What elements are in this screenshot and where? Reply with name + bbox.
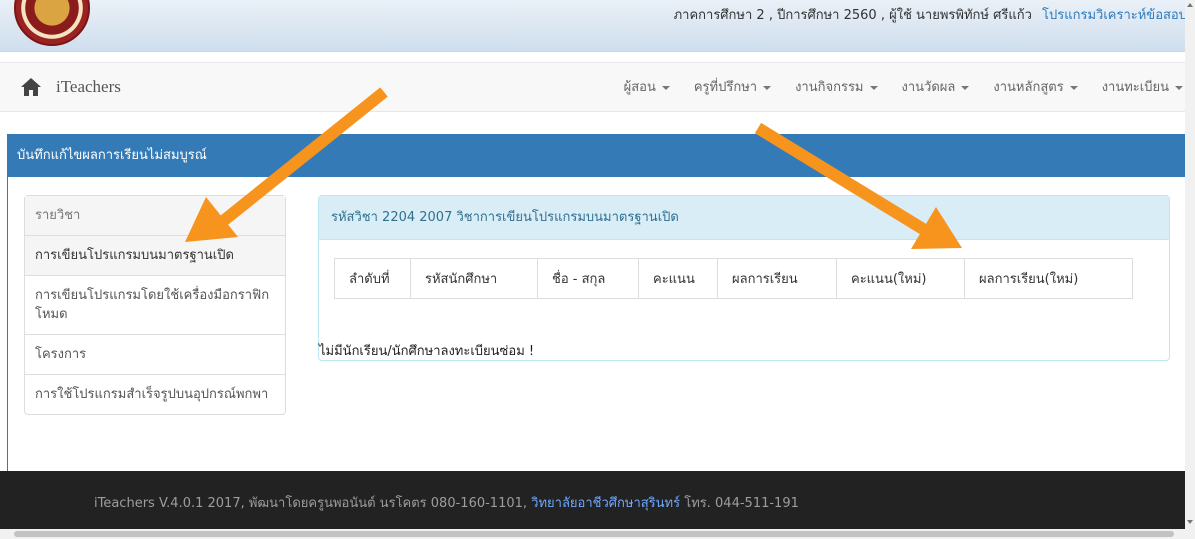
column-header: ผลการเรียน(ใหม่) (964, 258, 1133, 299)
brand-label: iTeachers (56, 77, 121, 96)
caret-down-icon (961, 85, 970, 90)
column-header: ลำดับที่ (334, 258, 411, 299)
column-header: คะแนน(ใหม่) (836, 258, 965, 299)
college-link[interactable]: วิทยาลัยอาชีวศึกษาสุรินทร์ (531, 496, 680, 511)
page: ภาคการศึกษา 2 , ปีการศึกษา 2560 , ผู้ใช้… (0, 0, 1195, 539)
footer-text: iTeachers V.4.0.1 2017, พัฒนาโดยครูนพอนั… (94, 492, 799, 513)
table-header-row: ลำดับที่ รหัสนักศึกษา ชื่อ - สกุล คะแนน … (334, 258, 1133, 299)
subject-item[interactable]: โครงการ (25, 335, 285, 375)
menu-activities[interactable]: งานกิจกรรม (783, 63, 889, 113)
scroll-down-icon[interactable] (1187, 520, 1193, 524)
subject-heading: รหัสวิชา 2204 2007 วิชาการเขียนโปรแกรมบน… (319, 196, 1169, 240)
menu-label: งานหลักสูตร (993, 80, 1064, 95)
incomplete-grades-panel: บันทึกแก้ไขผลการเรียนไม่สมบูรณ์ รายวิชา … (7, 134, 1187, 479)
column-header: ผลการเรียน (717, 258, 837, 299)
menu-label: งานวัดผล (901, 80, 956, 95)
footer: iTeachers V.4.0.1 2017, พัฒนาโดยครูนพอนั… (0, 471, 1185, 529)
menu-teacher[interactable]: ผู้สอน (612, 63, 682, 113)
top-banner: ภาคการศึกษา 2 , ปีการศึกษา 2560 , ผู้ใช้… (0, 0, 1195, 52)
home-icon (21, 78, 41, 96)
navbar-brand[interactable]: iTeachers (20, 77, 121, 97)
subject-item[interactable]: การเขียนโปรแกรมบนมาตรฐานเปิด (25, 236, 285, 276)
caret-down-icon (661, 85, 670, 90)
subject-item[interactable]: การเขียนโปรแกรมโดยใช้เครื่องมือกราฟิกโหม… (25, 276, 285, 335)
menu-advisor[interactable]: ครูที่ปรึกษา (682, 63, 783, 113)
session-info-text: ภาคการศึกษา 2 , ปีการศึกษา 2560 , ผู้ใช้… (673, 8, 1032, 23)
caret-down-icon (1069, 85, 1078, 90)
scroll-up-icon[interactable] (1187, 3, 1193, 7)
column-header: ชื่อ - สกุล (537, 258, 639, 299)
menu-label: ครูที่ปรึกษา (693, 80, 758, 95)
navbar: iTeachers ผู้สอน ครูที่ปรึกษา งานกิจกรรม… (0, 62, 1195, 112)
exam-analysis-link[interactable]: โปรแกรมวิเคราะห์ข้อสอบ (1042, 8, 1187, 23)
caret-down-icon (1175, 85, 1183, 90)
subject-list: รายวิชา การเขียนโปรแกรมบนมาตรฐานเปิด การ… (24, 195, 286, 415)
subject-item[interactable]: การใช้โปรแกรมสำเร็จรูปบนอุปกรณ์พกพา (25, 375, 285, 414)
subject-detail-panel: รหัสวิชา 2204 2007 วิชาการเขียนโปรแกรมบน… (318, 195, 1170, 361)
footer-phone: โทร. 044-511-191 (680, 496, 799, 511)
empty-message: ไม่มีนักเรียน/นักศึกษาลงทะเบียนซ่อม ! (319, 344, 535, 359)
menu-label: งานทะเบียน (1101, 80, 1169, 95)
vertical-scrollbar[interactable] (1185, 0, 1195, 529)
horizontal-scrollbar[interactable] (0, 529, 1195, 539)
panel-title: บันทึกแก้ไขผลการเรียนไม่สมบูรณ์ (8, 135, 1186, 177)
caret-down-icon (869, 85, 878, 90)
session-info: ภาคการศึกษา 2 , ปีการศึกษา 2560 , ผู้ใช้… (674, 4, 1187, 25)
main-menu: ผู้สอน ครูที่ปรึกษา งานกิจกรรม งานวัดผล … (612, 63, 1195, 113)
school-logo (14, 0, 90, 46)
menu-label: ผู้สอน (623, 80, 656, 95)
menu-registration[interactable]: งานทะเบียน (1090, 63, 1195, 113)
menu-assessment[interactable]: งานวัดผล (890, 63, 982, 113)
caret-down-icon (763, 85, 772, 90)
column-header: คะแนน (638, 258, 718, 299)
column-header: รหัสนักศึกษา (410, 258, 538, 299)
menu-label: งานกิจกรรม (795, 80, 864, 95)
subject-list-header: รายวิชา (25, 196, 285, 236)
menu-curriculum[interactable]: งานหลักสูตร (981, 63, 1089, 113)
students-table: ลำดับที่ รหัสนักศึกษา ชื่อ - สกุล คะแนน … (334, 258, 1133, 299)
horizontal-scroll-thumb[interactable] (14, 531, 1174, 537)
footer-credit: iTeachers V.4.0.1 2017, พัฒนาโดยครูนพอนั… (94, 496, 528, 511)
